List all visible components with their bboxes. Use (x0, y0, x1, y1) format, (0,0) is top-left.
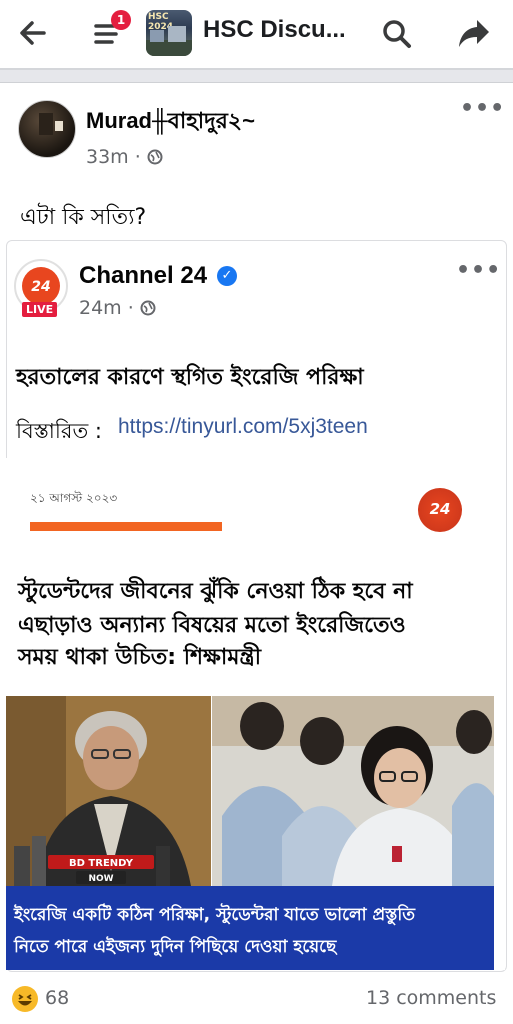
group-title[interactable]: HSC Discu... (203, 16, 346, 44)
post-more-options-icon[interactable]: ••• (460, 96, 505, 121)
author-avatar[interactable] (18, 100, 76, 158)
shared-post-time: 24m · (79, 297, 156, 319)
detail-label: বিস্তারিত : (16, 419, 102, 443)
author-name[interactable]: Murad╫বাহাদুর২~ (86, 104, 255, 141)
article-line-1: স্টুডেন্টদের জীবনের ঝুঁকি নেওয়া ঠিক হবে… (18, 579, 413, 604)
channel-logo-text: 24 (31, 279, 50, 295)
search-icon[interactable] (379, 14, 415, 52)
section-divider (0, 68, 513, 83)
caption-line-1: ইংরেজি একটি কঠিন পরিক্ষা, স্টুডেন্টরা যা… (14, 905, 415, 925)
channel-name[interactable]: Channel 24 (79, 262, 207, 290)
back-arrow-icon[interactable] (14, 14, 52, 52)
live-badge: LIVE (22, 302, 58, 317)
watermark-line-2: NOW (88, 874, 113, 884)
shared-headline: হরতালের কারণে স্থগিত ইংরেজি পরিক্ষা (16, 365, 364, 390)
group-thumbnail[interactable]: HSC 2024 (146, 10, 192, 56)
watermark-line-1: BD TRENDY (69, 858, 134, 869)
shared-more-options-icon[interactable]: ••• (456, 258, 501, 283)
students-photo (212, 696, 494, 886)
comments-count[interactable]: 13 comments (366, 987, 496, 1009)
haha-emoji-icon[interactable] (12, 986, 38, 1012)
brand-bar (30, 522, 222, 531)
caption-line-2: নিতে পারে এইজন্য দুদিন পিছিয়ে দেওয়া হয… (14, 937, 337, 957)
share-icon[interactable] (455, 14, 493, 52)
detail-link[interactable]: https://tinyurl.com/5xj3teen (118, 415, 368, 439)
verified-badge-icon: ✓ (217, 266, 237, 286)
post-time-text: 33m · (86, 146, 141, 168)
article-line-3: সময় থাকা উচিত: শিক্ষামন্ত্রী (18, 645, 261, 670)
shared-post-time-text: 24m · (79, 297, 134, 319)
post-time: 33m · (86, 146, 163, 168)
article-logo-text: 24 (429, 500, 451, 518)
watermark: BD TRENDY NOW (46, 853, 156, 887)
reaction-count[interactable]: 68 (45, 987, 69, 1009)
globe-icon (147, 149, 163, 165)
globe-icon (140, 300, 156, 316)
article-logo: 24 (418, 488, 462, 532)
post-text: এটা কি সত্যি? (20, 205, 147, 230)
notification-badge: 1 (111, 10, 131, 30)
article-date: ২১ আগস্ট ২০২৩ (30, 491, 118, 505)
